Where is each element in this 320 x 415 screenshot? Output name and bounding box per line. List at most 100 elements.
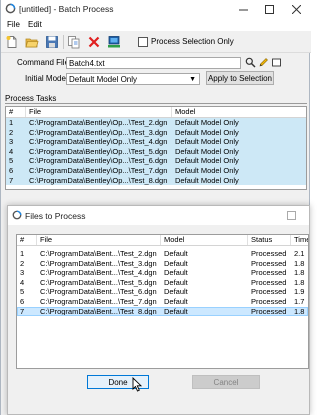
table-row[interactable]: 6 C:\ProgramData\Bent...\Test_7.dgn Defaul… [17, 297, 308, 307]
minimize-icon [238, 9, 248, 11]
edit-pencil-icon[interactable] [258, 57, 269, 68]
row-number: 6 [9, 165, 14, 175]
row-number: 7 [20, 306, 25, 316]
process-selection-checkbox[interactable] [138, 37, 148, 47]
app-icon [12, 210, 22, 220]
row-number: 3 [20, 268, 25, 278]
command-file-input[interactable]: Batch4.txt [66, 57, 241, 69]
table-row[interactable]: 3 C:\ProgramData\Bent...\Test_4.dgn Defaul… [17, 268, 308, 278]
maximize-icon[interactable] [287, 211, 296, 220]
row-time: 1.8 [294, 268, 305, 278]
table-row[interactable]: 7 C:\ProgramData\Bentley\Op...\Test_8.dgn… [6, 175, 306, 186]
row-model: Default Model Only [175, 146, 239, 156]
row-model: Default [164, 287, 188, 297]
table-row[interactable]: 7 C:\ProgramData\Bent...\Test_8.dgn Defaul… [17, 306, 308, 317]
row-number: 5 [20, 287, 25, 297]
open-folder-icon[interactable] [25, 35, 39, 49]
row-model: Default Model Only [175, 165, 239, 175]
initial-model-label: Initial Model [25, 74, 68, 83]
column-header-number[interactable]: # [17, 235, 37, 245]
column-header-model[interactable]: Model [161, 235, 248, 245]
maximize-icon [264, 5, 274, 14]
row-model: Default [164, 258, 188, 268]
row-model: Default [164, 268, 188, 278]
table-row[interactable]: 1 C:\ProgramData\Bentley\Op...\Test_2.dgn… [6, 118, 306, 128]
toolbar-separator [63, 35, 64, 49]
row-model: Default [164, 277, 188, 287]
new-file-icon[interactable] [5, 35, 19, 49]
save-icon[interactable] [45, 35, 59, 49]
row-number: 6 [20, 296, 25, 306]
row-time: 2.1 [294, 249, 305, 258]
row-status: Processed [251, 287, 287, 297]
row-file: C:\ProgramData\Bent...\Test_6.dgn [40, 287, 157, 297]
menu-file[interactable]: File [7, 20, 20, 29]
row-file: C:\ProgramData\Bentley\Op...\Test_7.dgn [29, 165, 168, 175]
row-number: 3 [9, 137, 14, 147]
command-file-label: Command File [17, 58, 70, 67]
row-status: Processed [251, 268, 287, 278]
row-file: C:\ProgramData\Bent...\Test_3.dgn [40, 258, 157, 268]
table-row[interactable]: 6 C:\ProgramData\Bentley\Op...\Test_7.dgn… [6, 165, 306, 176]
row-file: C:\ProgramData\Bentley\Op...\Test_4.dgn [29, 137, 168, 147]
menu-edit[interactable]: Edit [28, 20, 42, 29]
apply-to-selection-button[interactable]: Apply to Selection [206, 71, 274, 85]
row-model: Default [164, 306, 188, 316]
row-file: C:\ProgramData\Bent...\Test_5.dgn [40, 277, 157, 287]
minimize-button[interactable] [231, 0, 255, 19]
row-status: Processed [251, 306, 287, 316]
table-row[interactable]: 4 C:\ProgramData\Bentley\Op...\Test_5.dgn… [6, 146, 306, 157]
table-row[interactable]: 5 C:\ProgramData\Bent...\Test_6.dgn Defaul… [17, 287, 308, 297]
initial-model-value: Default Model Only [69, 75, 138, 84]
files-to-process-dialog: Files to Process # File Model Status Tim… [7, 205, 310, 415]
row-time: 1.8 [294, 306, 305, 316]
row-number: 4 [9, 146, 14, 156]
row-status: Processed [251, 258, 287, 268]
new-document-icon[interactable] [271, 57, 282, 68]
cancel-button[interactable]: Cancel [192, 375, 260, 389]
row-number: 7 [9, 175, 14, 185]
row-file: C:\ProgramData\Bentley\Op...\Test_5.dgn [29, 146, 168, 156]
column-header-model[interactable]: Model [172, 107, 306, 117]
column-header-file[interactable]: File [26, 107, 172, 117]
search-icon[interactable] [245, 57, 256, 68]
process-icon[interactable] [107, 35, 121, 49]
table-row[interactable]: 4 C:\ProgramData\Bent...\Test_5.dgn Defaul… [17, 278, 308, 288]
table-row[interactable]: 1 C:\ProgramData\Bent...\Test_2.dgn Defaul… [17, 249, 308, 259]
add-files-icon[interactable] [67, 35, 81, 49]
mouse-cursor-icon [132, 377, 143, 392]
title-bar: [untitled] - Batch Process [1, 0, 311, 19]
row-number: 2 [20, 258, 25, 268]
column-header-number[interactable]: # [6, 107, 26, 117]
column-header-file[interactable]: File [37, 235, 161, 245]
row-model: Default Model Only [175, 118, 239, 127]
row-time: 1.9 [294, 287, 305, 297]
row-time: 1.7 [294, 296, 305, 306]
row-model: Default Model Only [175, 127, 239, 137]
table-row[interactable]: 2 C:\ProgramData\Bentley\Op...\Test_3.dgn… [6, 127, 306, 138]
table-row[interactable]: 5 C:\ProgramData\Bentley\Op...\Test_6.dgn… [6, 156, 306, 166]
table-header: # File Model Status Time [17, 235, 308, 246]
section-divider [5, 103, 307, 104]
row-model: Default Model Only [175, 156, 239, 166]
dialog-title: Files to Process [25, 211, 86, 221]
row-status: Processed [251, 296, 287, 306]
chevron-down-icon: ▼ [189, 76, 196, 83]
process-tasks-label: Process Tasks [5, 94, 57, 103]
table-row[interactable]: 3 C:\ProgramData\Bentley\Op...\Test_4.dgn… [6, 137, 306, 147]
row-number: 1 [9, 118, 14, 127]
row-file: C:\ProgramData\Bentley\Op...\Test_8.dgn [29, 175, 168, 185]
delete-icon[interactable] [87, 35, 101, 49]
initial-model-select[interactable]: Default Model Only ▼ [66, 73, 200, 85]
table-row[interactable]: 2 C:\ProgramData\Bent...\Test_3.dgn Defaul… [17, 259, 308, 269]
files-table: # File Model Status Time 1 C:\ProgramData… [16, 234, 309, 369]
row-file: C:\ProgramData\Bentley\Op...\Test_2.dgn [29, 118, 168, 127]
row-model: Default [164, 249, 188, 258]
column-header-status[interactable]: Status [248, 235, 291, 245]
maximize-button[interactable] [257, 0, 281, 19]
process-tasks-table: # File Model 1 C:\ProgramData\Bentley\Op.… [5, 106, 307, 190]
table-body: 1 C:\ProgramData\Bent...\Test_2.dgn Defaul… [17, 246, 308, 317]
process-selection-label: Process Selection Only [151, 37, 234, 46]
close-button[interactable] [284, 0, 308, 19]
column-header-time[interactable]: Time [291, 235, 308, 245]
